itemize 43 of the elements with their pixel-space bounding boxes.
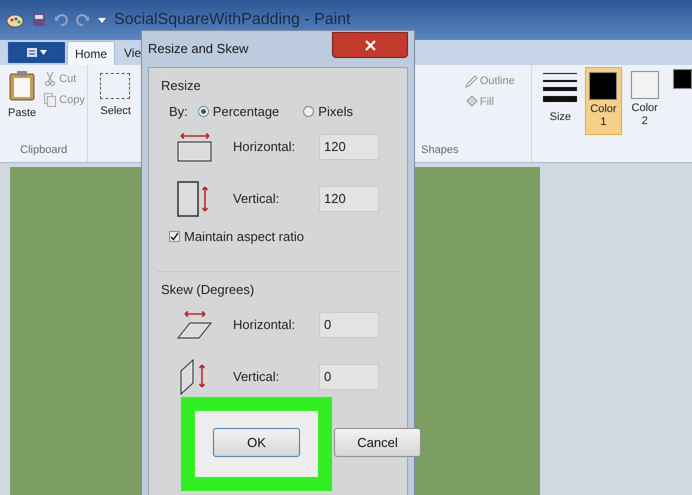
menu-icon — [26, 48, 36, 57]
dropdown-icon[interactable] — [98, 16, 106, 24]
group-heading: Resize — [161, 77, 202, 95]
field-label: Vertical: — [233, 368, 280, 386]
resize-horizontal-icon — [177, 132, 213, 162]
number-field[interactable]: 0 — [319, 312, 379, 338]
select-button[interactable]: Select — [100, 73, 146, 120]
field-label: Horizontal: — [233, 316, 296, 334]
scissors-icon — [44, 72, 56, 86]
field-label: Horizontal: — [233, 138, 296, 156]
group-label: Clipboard — [19, 142, 68, 158]
copy-icon — [44, 92, 56, 107]
paste-button[interactable]: Paste — [8, 71, 36, 142]
skew-horizontal-icon — [177, 311, 213, 339]
color-button[interactable]: Color 2 — [626, 67, 664, 135]
dialog-button[interactable]: OK — [213, 428, 300, 457]
selection-icon — [100, 73, 130, 99]
close-button[interactable] — [332, 32, 408, 58]
by-label: By: — [169, 102, 188, 121]
app-menu-button[interactable] — [8, 42, 65, 63]
color-button[interactable]: Color 1 — [584, 67, 622, 135]
field-label: Vertical: — [233, 190, 280, 208]
unit-radio[interactable]: Pixels — [303, 102, 353, 121]
number-field[interactable]: 120 — [319, 134, 379, 160]
line-width-icon — [543, 71, 578, 103]
pencil-icon — [464, 74, 478, 88]
number-field[interactable]: 0 — [319, 364, 379, 390]
dialog-button[interactable]: Cancel — [334, 428, 421, 457]
window-title: SocialSquareWithPadding - Paint — [114, 10, 351, 30]
clipboard-icon — [9, 71, 36, 101]
unit-radio[interactable]: Percentage — [198, 102, 280, 121]
ribbon-tab[interactable]: Home — [67, 41, 116, 65]
group-heading: Skew (Degrees) — [161, 280, 256, 299]
group-label: Shapes — [421, 142, 460, 158]
dialog-title: Resize and Skew — [148, 40, 248, 58]
close-icon — [364, 40, 376, 50]
caret-icon — [40, 50, 46, 55]
size-button[interactable]: Size — [540, 65, 581, 162]
bucket-icon — [464, 95, 478, 108]
save-icon[interactable] — [32, 13, 46, 27]
aspect-ratio-checkbox[interactable]: Maintain aspect ratio — [169, 227, 399, 246]
palette-swatch[interactable] — [673, 69, 692, 89]
number-field[interactable]: 120 — [319, 186, 379, 212]
